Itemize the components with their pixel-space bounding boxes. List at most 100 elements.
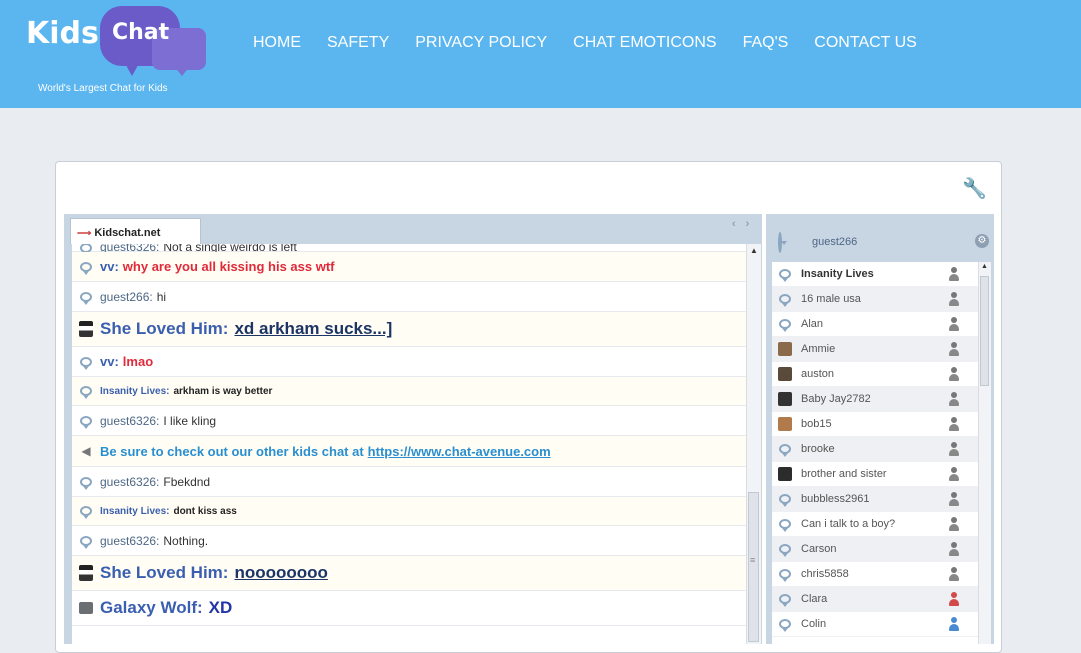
chat-bubble-icon — [777, 591, 793, 607]
message-author[interactable]: guest6326: — [100, 414, 159, 428]
current-user-header: guest266 ⚙ — [772, 220, 990, 262]
message-scrollbar[interactable]: ▲ ≡ — [746, 244, 761, 644]
chat-bubble-icon — [777, 516, 793, 532]
message-author[interactable]: Galaxy Wolf: — [100, 598, 203, 618]
nav-home[interactable]: HOME — [253, 34, 301, 52]
nav-chat-emoticons[interactable]: CHAT EMOTICONS — [573, 34, 716, 52]
user-list: Insanity Lives 16 male usa Alan Ammie auston… — [772, 262, 978, 644]
user-list-item[interactable]: Ammie — [772, 337, 978, 362]
user-name: Insanity Lives — [801, 268, 874, 280]
nav-safety[interactable]: SAFETY — [327, 34, 389, 52]
chat-message: guest266: hi — [72, 282, 746, 312]
message-list: guest6326: Not a single weirdo is left vv:… — [72, 244, 746, 644]
user-list-item[interactable]: chris5858 — [772, 562, 978, 587]
message-author[interactable]: guest266: — [100, 290, 153, 304]
user-profile-icon[interactable] — [948, 617, 960, 631]
message-author[interactable]: guest6326: — [100, 475, 159, 489]
gear-icon[interactable]: ⚙ — [975, 234, 989, 248]
message-text: xd arkham sucks...] — [234, 319, 393, 338]
user-name: Colin — [801, 618, 827, 630]
chat-bubble-icon — [777, 491, 793, 507]
user-profile-icon[interactable] — [948, 267, 960, 281]
user-list-item[interactable]: Clara — [772, 587, 978, 612]
user-list-item[interactable]: Colin — [772, 612, 978, 637]
user-sidebar: guest266 ⚙ Insanity Lives 16 male usa Alan… — [766, 214, 994, 644]
scroll-up-icon[interactable]: ▲ — [750, 246, 758, 255]
panda-avatar-icon — [78, 565, 94, 581]
message-text: XD — [208, 598, 233, 617]
user-name: Clara — [801, 593, 828, 605]
user-name: auston — [801, 368, 835, 380]
user-profile-icon[interactable] — [948, 292, 960, 306]
user-name: Carson — [801, 543, 837, 555]
chat-panel: 🔧 ⟶ Kidschat.net ‹› guest6326: Not a singl… — [55, 161, 1002, 653]
user-list-item[interactable]: 16 male usa — [772, 287, 978, 312]
user-list-item[interactable]: Carson — [772, 537, 978, 562]
message-author[interactable]: vv: — [100, 354, 119, 369]
user-profile-icon[interactable] — [948, 342, 960, 356]
nav-faqs[interactable]: FAQ'S — [743, 34, 789, 52]
chat-message: guest6326: Fbekdnd — [72, 467, 746, 497]
tab-kidschat[interactable]: ⟶ Kidschat.net — [70, 218, 201, 244]
chat-bubble-icon — [777, 616, 793, 632]
message-text: hi — [156, 289, 167, 304]
scroll-thumb[interactable]: ≡ — [748, 492, 759, 642]
user-list-item[interactable]: brooke — [772, 437, 978, 462]
chat-bubble-icon — [78, 383, 94, 399]
user-avatar — [777, 366, 793, 382]
chat-message: Insanity Lives: arkham is way better — [72, 377, 746, 406]
user-profile-icon[interactable] — [948, 542, 960, 556]
chat-bubble-icon — [78, 354, 94, 370]
tab-scroll-arrows[interactable]: ‹› — [732, 218, 759, 230]
user-profile-icon[interactable] — [948, 467, 960, 481]
user-avatar — [777, 466, 793, 482]
chat-bubble-icon — [777, 441, 793, 457]
message-author[interactable]: guest6326: — [100, 534, 159, 548]
user-list-item[interactable]: Alan — [772, 312, 978, 337]
message-author[interactable]: Insanity Lives: — [100, 506, 169, 517]
message-text: I like kling — [163, 413, 217, 428]
user-profile-icon[interactable] — [948, 417, 960, 431]
chat-message: Galaxy Wolf: XD — [72, 591, 746, 626]
scroll-up-icon[interactable]: ▲ — [981, 263, 988, 270]
nav-contact-us[interactable]: CONTACT US — [814, 34, 917, 52]
kids-chat-logo[interactable]: Kids Chat World's Largest Chat for Kids — [24, 6, 214, 102]
message-author[interactable]: Insanity Lives: — [100, 386, 169, 397]
user-profile-icon[interactable] — [948, 592, 960, 606]
logo-word-chat: Chat — [112, 20, 170, 45]
user-list-item[interactable]: Insanity Lives — [772, 262, 978, 287]
user-list-item[interactable]: Can i talk to a boy? — [772, 512, 978, 537]
user-profile-icon[interactable] — [948, 392, 960, 406]
user-name: bubbless2961 — [801, 493, 870, 505]
user-profile-icon[interactable] — [948, 492, 960, 506]
scroll-thumb[interactable] — [980, 276, 989, 386]
chat-avenue-link[interactable]: https://www.chat-avenue.com — [368, 444, 551, 459]
user-name: brooke — [801, 443, 835, 455]
user-profile-icon[interactable] — [948, 517, 960, 531]
message-author[interactable]: She Loved Him: — [100, 319, 228, 339]
chat-message: vv: why are you all kissing his ass wtf — [72, 252, 746, 282]
user-profile-icon[interactable] — [948, 367, 960, 381]
user-profile-icon[interactable] — [948, 567, 960, 581]
tab-arrow-icon: ⟶ — [77, 228, 92, 239]
user-list-item[interactable]: Baby Jay2782 — [772, 387, 978, 412]
message-author[interactable]: She Loved Him: — [100, 563, 228, 583]
user-list-item[interactable]: brother and sister — [772, 462, 978, 487]
system-notice-text: Be sure to check out our other kids chat… — [100, 443, 364, 459]
user-avatar — [777, 391, 793, 407]
settings-wrench-icon[interactable]: 🔧 — [962, 178, 987, 200]
current-user-name[interactable]: guest266 — [812, 236, 857, 248]
user-list-item[interactable]: bob15 — [772, 412, 978, 437]
user-profile-icon[interactable] — [948, 442, 960, 456]
nav-privacy-policy[interactable]: PRIVACY POLICY — [415, 34, 547, 52]
logo-bubble-tail — [122, 58, 142, 76]
message-text: Nothing. — [163, 533, 209, 548]
user-list-item[interactable]: bubbless2961 — [772, 487, 978, 512]
user-list-scrollbar[interactable]: ▲ — [978, 262, 991, 644]
message-author[interactable]: vv: — [100, 259, 119, 274]
user-name: brother and sister — [801, 468, 887, 480]
user-list-item[interactable]: auston — [772, 362, 978, 387]
user-name: Can i talk to a boy? — [801, 518, 896, 530]
user-avatar — [777, 341, 793, 357]
user-profile-icon[interactable] — [948, 317, 960, 331]
